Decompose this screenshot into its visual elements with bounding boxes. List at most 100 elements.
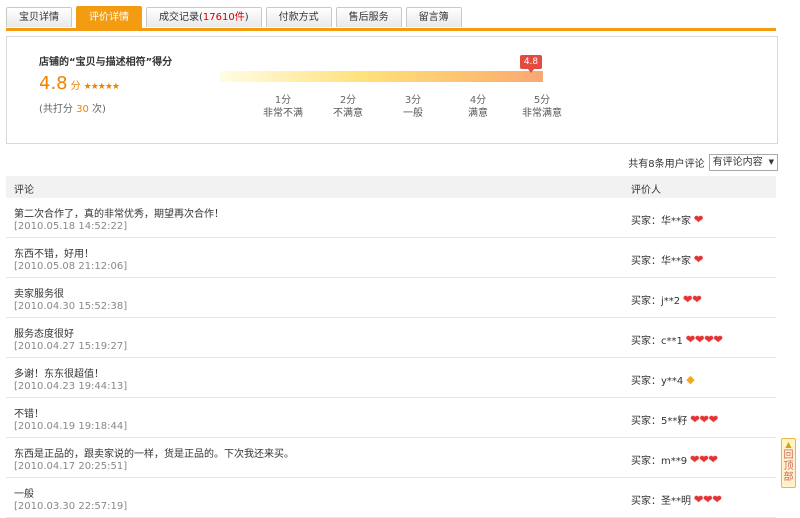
tick-5: 5分非常满意 — [512, 94, 572, 120]
review-date: [2010.04.19 19:18:44] — [14, 421, 128, 432]
tab-transactions[interactable]: 成交记录(17610件) — [146, 7, 262, 27]
star-rating-icon: ★★★★★ — [83, 82, 120, 92]
score-bar — [220, 71, 543, 82]
rater-number: 30 — [76, 104, 89, 115]
review-table-header: 评论 评价人 — [6, 176, 776, 198]
tick-label: 非常满意 — [522, 108, 562, 119]
buyer-level: ❤ ❤ ❤ — [690, 414, 718, 425]
review-summary: 共有8条用户评论 — [628, 159, 705, 170]
tab-guestbook[interactable]: 留言簿 — [405, 7, 462, 27]
arrow-up-icon: ▲ — [785, 440, 792, 449]
tab-transactions-suffix: ) — [244, 12, 249, 23]
review-row: 服务态度很好 [2010.04.27 15:19:27] 买家：c**1 ❤ ❤ ❤ ❤ — [6, 318, 776, 358]
review-row: 一般 [2010.03.30 22:57:19] 买家：圣**明 ❤ ❤ ❤ — [6, 478, 776, 518]
heart-icon: ❤ — [713, 333, 723, 346]
buyer-level: ❤ ❤ ❤ — [690, 454, 718, 465]
review-buyer: 买家：c**1 ❤ ❤ ❤ ❤ — [631, 332, 723, 347]
review-text: 第二次合作了，真的非常优秀，期望再次合作！ — [14, 209, 224, 220]
tab-payment[interactable]: 付款方式 — [265, 7, 332, 27]
diamond-icon: ◆ — [686, 373, 695, 386]
heart-icon: ❤ — [708, 413, 719, 426]
buyer-name: 买家：m**9 — [631, 456, 688, 467]
tick-2: 2分不满意 — [318, 94, 378, 120]
rater-count: (共打分 30 次) — [39, 100, 106, 115]
review-buyer: 买家：5**籽 ❤ ❤ ❤ — [631, 412, 718, 427]
buyer-name: 买家：y**4 — [631, 376, 684, 387]
buyer-name: 买家：5**籽 — [631, 416, 688, 427]
heart-icon: ❤ — [704, 333, 714, 346]
review-row: 东西不错，好用！ [2010.05.08 21:12:06] 买家：华**家 ❤ — [6, 238, 776, 278]
tab-after-sales[interactable]: 售后服务 — [335, 7, 402, 27]
heart-icon: ❤ — [694, 253, 704, 266]
tick-3: 3分一般 — [383, 94, 443, 120]
score-value: 4.8 — [39, 73, 68, 94]
review-text: 服务态度很好 — [14, 329, 74, 340]
review-date: [2010.04.17 20:25:51] — [14, 461, 128, 472]
tick-label: 不满意 — [333, 108, 363, 119]
chevron-down-icon: ▼ — [768, 158, 774, 166]
heart-icon: ❤ — [699, 413, 709, 426]
back-to-top-label: 回顶部 — [783, 450, 794, 483]
review-text: 多谢！东东很超值！ — [14, 369, 104, 380]
review-row: 不错！ [2010.04.19 19:18:44] 买家：5**籽 ❤ ❤ ❤ — [6, 398, 776, 438]
tab-reviews[interactable]: 评价详情 — [76, 6, 142, 28]
review-row: 第二次合作了，真的非常优秀，期望再次合作！ [2010.05.18 14:52:… — [6, 198, 776, 238]
heart-icon: ❤ — [712, 493, 722, 506]
buyer-name: 买家：j**2 — [631, 296, 681, 307]
review-buyer: 买家：y**4 ◆ — [631, 372, 695, 387]
score-panel: 店铺的“宝贝与描述相符”得分 4.8 分 ★★★★★ (共打分 30 次) 4.… — [6, 36, 778, 144]
review-date: [2010.03.30 22:57:19] — [14, 501, 128, 512]
buyer-level: ❤ ❤ ❤ — [694, 494, 722, 505]
review-text: 不错！ — [14, 409, 44, 420]
review-buyer: 买家：华**家 ❤ — [631, 212, 703, 227]
review-filter-select[interactable]: 有评论内容 ▼ — [708, 154, 778, 171]
tick-label: 非常不满 — [263, 108, 303, 119]
review-filter: 共有8条用户评论 有评论内容 ▼ — [628, 154, 778, 171]
buyer-name: 买家：圣**明 — [631, 496, 691, 507]
tick-1: 1分 非常不满 — [253, 94, 313, 120]
review-date: [2010.05.08 21:12:06] — [14, 261, 128, 272]
heart-icon: ❤ — [692, 293, 702, 306]
tick-value: 2分 — [339, 95, 357, 106]
heart-icon: ❤ — [708, 453, 718, 466]
buyer-level: ❤ — [694, 214, 703, 225]
tabs: 宝贝详情 评价详情 成交记录(17610件) 付款方式 售后服务 留言簿 — [6, 6, 462, 28]
col-comment: 评论 — [14, 185, 34, 196]
review-text: 东西不错，好用！ — [14, 249, 94, 260]
heart-icon: ❤ — [683, 293, 693, 306]
tab-bar: 宝贝详情 评价详情 成交记录(17610件) 付款方式 售后服务 留言簿 — [6, 6, 776, 31]
tick-value: 4分 — [469, 95, 487, 106]
review-row: 东西是正品的，跟卖家说的一样，货是正品的。下次我还来买。 [2010.04.17… — [6, 438, 776, 478]
heart-icon: ❤ — [699, 453, 709, 466]
tab-item-details[interactable]: 宝贝详情 — [6, 7, 72, 27]
review-row: 多谢！东东很超值！ [2010.04.23 19:44:13] 买家：y**4 ◆ — [6, 358, 776, 398]
review-filter-value: 有评论内容 — [712, 157, 763, 168]
tab-transactions-label: 成交记录( — [159, 12, 203, 23]
rater-suffix: 次) — [88, 104, 106, 115]
review-text: 一般 — [14, 489, 34, 500]
buyer-level: ❤ — [694, 254, 703, 265]
heart-icon: ❤ — [685, 333, 696, 346]
review-list: 第二次合作了，真的非常优秀，期望再次合作！ [2010.05.18 14:52:… — [6, 198, 776, 518]
back-to-top-button[interactable]: ▲ 回顶部 — [781, 438, 796, 488]
review-buyer: 买家：j**2 ❤ ❤ — [631, 292, 702, 307]
score-unit: 分 — [70, 81, 81, 92]
review-date: [2010.04.23 19:44:13] — [14, 381, 128, 392]
buyer-name: 买家：华**家 — [631, 216, 691, 227]
buyer-name: 买家：c**1 — [631, 336, 683, 347]
heart-icon: ❤ — [690, 413, 700, 426]
tick-value: 5分 — [533, 95, 551, 106]
tab-transactions-count: 17610件 — [202, 12, 245, 23]
tick-value: 3分 — [404, 95, 422, 106]
buyer-name: 买家：华**家 — [631, 256, 691, 267]
buyer-level: ◆ — [686, 374, 694, 385]
review-date: [2010.04.27 15:19:27] — [14, 341, 128, 352]
tick-4: 4分 满意 — [448, 94, 508, 120]
review-text: 卖家服务很 — [14, 289, 64, 300]
score-bubble: 4.8 — [520, 55, 542, 73]
rater-prefix: (共打分 — [39, 104, 77, 115]
tick-label: 一般 — [403, 108, 423, 119]
review-text: 东西是正品的，跟卖家说的一样，货是正品的。下次我还来买。 — [14, 449, 294, 460]
col-reviewer: 评价人 — [631, 185, 661, 196]
review-buyer: 买家：m**9 ❤ ❤ ❤ — [631, 452, 718, 467]
